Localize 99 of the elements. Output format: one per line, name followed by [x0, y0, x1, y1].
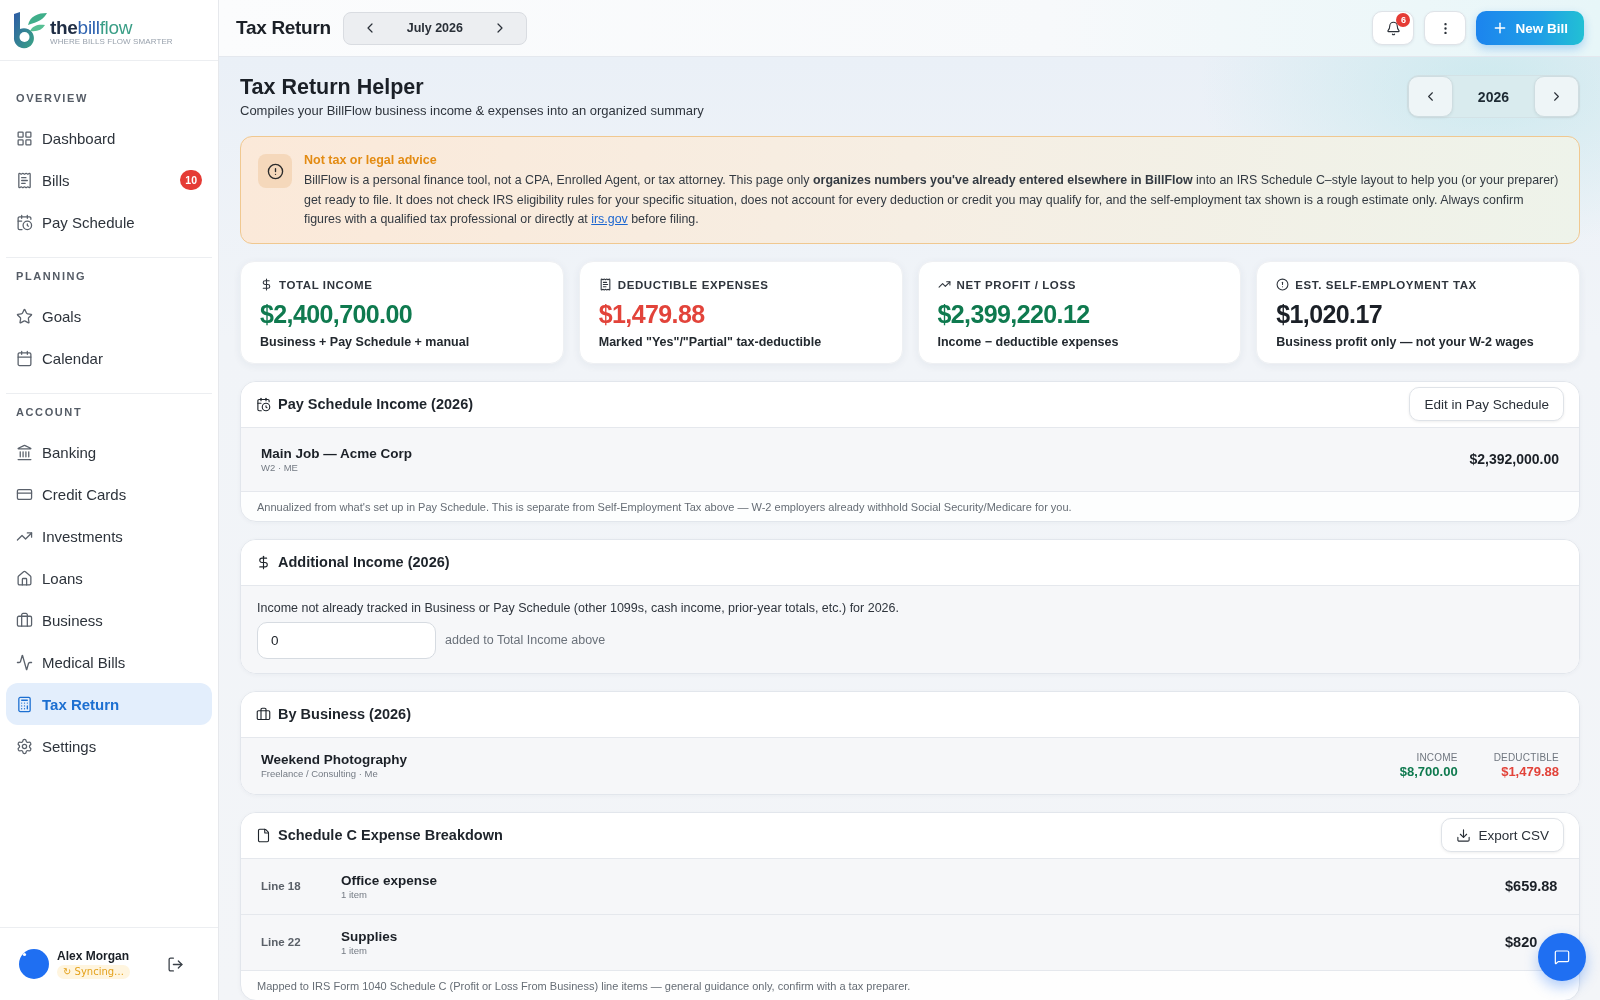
receipt-icon	[16, 171, 33, 189]
calendar-icon	[16, 349, 33, 367]
grid-icon	[16, 129, 33, 147]
more-button[interactable]	[1424, 11, 1467, 45]
dollar-icon	[256, 554, 271, 570]
dollar-icon	[260, 278, 273, 292]
column-label: DEDUCTIBLE	[1493, 752, 1559, 765]
previous-year-button[interactable]	[1407, 76, 1453, 117]
download-icon	[1456, 827, 1472, 843]
briefcase-icon	[256, 706, 271, 722]
stat-value: $1,479.88	[598, 298, 706, 330]
page-title: Tax Return Helper	[240, 74, 425, 100]
panel-title: By Business (2026)	[278, 706, 411, 723]
export-csv-button[interactable]: Export CSV	[1441, 818, 1564, 853]
notice-text: BillFlow is a personal finance tool, not a CPA, Enrolled Agent, or tax attorney. This page only organizes numbers you've already entered elsewhere in BillFlow into an IRS Schedule C–style layout to help you (or your preparer) get ready to file. It does not check IRS eligibility rules for your specific situation, does not account for every deduction or credit you may qualify for, and the self-employment tax shown is a rough estimate only. Always confirm figures with a qualified tax professional or directly at irs.gov before filing.	[304, 172, 1560, 229]
stat-value: $1,020.17	[1276, 298, 1384, 330]
calculator-icon	[16, 695, 33, 713]
input-hint: added to Total Income above	[445, 633, 606, 648]
nav-item[interactable]: Calendar	[6, 337, 212, 379]
settings-icon	[16, 737, 33, 755]
row-title: Office expense	[341, 872, 439, 889]
nav-item[interactable]: Settings	[6, 725, 212, 767]
notifications-button[interactable]: 6	[1372, 11, 1415, 45]
row-title: Main Job — Acme Corp	[261, 445, 414, 462]
stat-value: $2,399,220.12	[937, 298, 1091, 330]
bell-icon	[1386, 20, 1401, 36]
alert-icon	[258, 154, 292, 188]
edit-pay-schedule-button[interactable]: Edit in Pay Schedule	[1409, 387, 1564, 422]
user-name: Alex Morgan	[57, 949, 130, 964]
nav-item[interactable]: Tax Return	[6, 683, 212, 725]
row-subtitle: 1 item	[341, 944, 368, 956]
line-number: Line 18	[261, 880, 302, 893]
document-icon	[256, 827, 271, 843]
section-heading: PLANNING	[15, 270, 88, 283]
section-heading: OVERVIEW	[15, 92, 89, 105]
row-title: Weekend Photography	[261, 752, 409, 769]
stat-note: Business + Pay Schedule + manual	[260, 333, 471, 350]
section-heading: ACCOUNT	[15, 406, 84, 419]
stat-note: Income − deductible expenses	[937, 333, 1120, 350]
month-label: July 2026	[406, 21, 463, 35]
nav-item[interactable]: Bills 10	[6, 159, 212, 201]
year-label: 2026	[1476, 88, 1510, 105]
calendar-clock-icon	[16, 213, 33, 231]
nav-item[interactable]: Investments	[6, 515, 212, 557]
logo-tagline: WHERE BILLS FLOW SMARTER	[50, 37, 173, 47]
panel-title: Pay Schedule Income (2026)	[278, 396, 474, 413]
nav-item[interactable]: Banking	[6, 431, 212, 473]
nav-item[interactable]: Loans	[6, 557, 212, 599]
count-badge: 10	[180, 170, 202, 190]
logo-wordmark: thebillflow	[50, 18, 134, 37]
notification-badge: 6	[1396, 13, 1411, 27]
house-icon	[16, 569, 33, 587]
row-subtitle: W2 · ME	[261, 461, 299, 473]
stat-label: EST. SELF-EMPLOYMENT TAX	[1295, 278, 1477, 291]
pulse-icon	[16, 653, 33, 671]
panel-description: Income not already tracked in Business or Pay Schedule (other 1099s, cash income, prior-year totals, etc.) for 2026.	[257, 599, 900, 616]
row-title: Supplies	[341, 928, 399, 945]
stat-note: Business profit only — not your W-2 wages	[1276, 333, 1535, 350]
nav-item[interactable]: Business	[6, 599, 212, 641]
deductible-amount: $1,479.88	[1501, 764, 1559, 780]
receipt-icon	[598, 278, 612, 292]
amount: $659.88	[1505, 878, 1558, 895]
panel-footnote: Annualized from what's set up in Pay Schedule. This is separate from Self-Employment Tax above — W-2 employers already withhold Social Security/Medicare for you.	[256, 499, 1073, 515]
calendar-clock-icon	[256, 396, 271, 412]
nav-item[interactable]: Goals	[6, 295, 212, 337]
page-heading: Tax Return	[236, 17, 331, 39]
user-avatar	[19, 949, 49, 979]
nav-item[interactable]: Medical Bills	[6, 641, 212, 683]
stat-note: Marked "Yes"/"Partial" tax-deductible	[598, 333, 823, 350]
logo-icon	[12, 11, 48, 49]
star-icon	[16, 307, 33, 325]
row-subtitle: 1 item	[341, 888, 368, 900]
income-amount: $8,700.00	[1399, 764, 1458, 780]
nav-item[interactable]: Pay Schedule	[6, 201, 212, 243]
logout-icon[interactable]	[167, 955, 184, 973]
nav-item[interactable]: Dashboard	[6, 117, 212, 159]
panel-footnote: Mapped to IRS Form 1040 Schedule C (Profit or Loss From Business) line items — general guidance only, confirm with a tax preparer.	[256, 978, 912, 994]
bank-icon	[16, 443, 33, 461]
irs-link[interactable]: irs.gov	[591, 212, 628, 227]
briefcase-icon	[16, 611, 33, 629]
message-icon	[1554, 949, 1570, 965]
nav-item[interactable]: Credit Cards	[6, 473, 212, 515]
amount: $2,392,000.00	[1469, 451, 1559, 468]
additional-income-input[interactable]: 0	[257, 621, 436, 659]
page-subtitle: Compiles your BillFlow business income & expenses into an organized summary	[240, 102, 704, 119]
panel-title: Additional Income (2026)	[278, 554, 450, 571]
column-label: INCOME	[1416, 752, 1458, 765]
stat-label: TOTAL INCOME	[279, 278, 373, 291]
stat-value: $2,400,700.00	[260, 298, 414, 330]
row-subtitle: Freelance / Consulting · Me	[261, 768, 379, 780]
sync-status: ↻ Syncing…	[57, 965, 131, 979]
notice-title: Not tax or legal advice	[304, 152, 438, 169]
line-number: Line 22	[261, 936, 302, 949]
stat-label: NET PROFIT / LOSS	[956, 278, 1076, 291]
next-year-button[interactable]	[1534, 76, 1579, 117]
stat-label: DEDUCTIBLE EXPENSES	[617, 278, 769, 291]
amount: $820	[1505, 934, 1538, 951]
alert-icon	[1276, 278, 1290, 292]
panel-title: Schedule C Expense Breakdown	[278, 827, 503, 844]
